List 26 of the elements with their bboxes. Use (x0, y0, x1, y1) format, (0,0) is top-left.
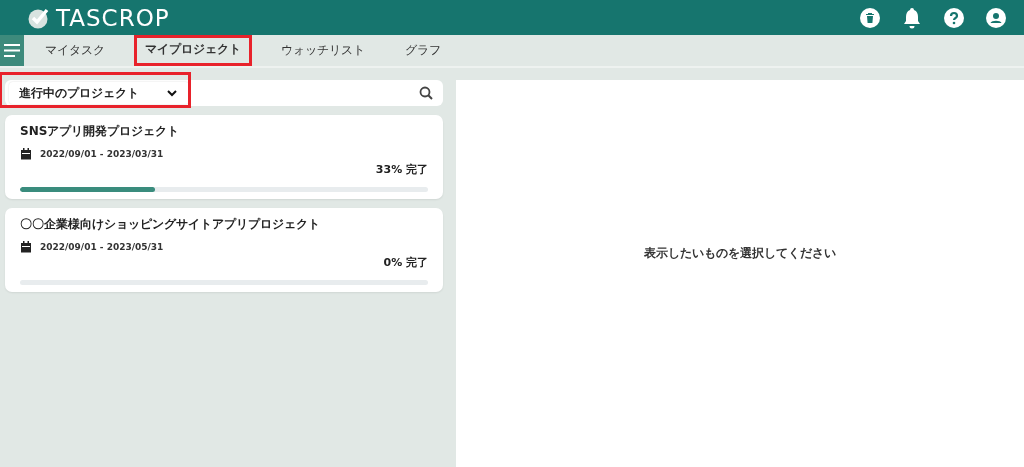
logo-text: TASCROP (56, 4, 170, 31)
empty-message: 表示したいものを選択してください (644, 245, 836, 262)
project-card[interactable]: 〇〇企業様向けショッピングサイトアプリプロジェクト 2022/09/01 - 2023/05/31 0% 完了 (5, 208, 443, 292)
project-period: 2022/09/01 - 2023/03/31 (40, 149, 164, 159)
calendar-icon (20, 148, 32, 160)
calendar-icon (20, 241, 32, 253)
progress-label: 0% 完了 (382, 255, 428, 270)
project-filter-dropdown[interactable]: 進行中のプロジェクト (9, 82, 189, 104)
user-icon[interactable] (986, 7, 1006, 28)
project-period: 2022/09/01 - 2023/05/31 (40, 242, 164, 252)
trash-icon[interactable] (860, 7, 880, 28)
nav-tab[interactable]: マイプロジェクト (134, 35, 252, 66)
nav-tab[interactable]: グラフ (394, 35, 452, 66)
progress-label: 33% 完了 (374, 162, 428, 177)
nav-tab[interactable]: ウォッチリスト (270, 35, 376, 66)
chevron-down-icon (167, 89, 177, 97)
project-name[interactable]: 〇〇企業様向けショッピングサイトアプリプロジェクト (20, 216, 428, 233)
help-icon[interactable] (944, 7, 964, 28)
logo-check-icon (28, 6, 50, 29)
menu-icon (4, 44, 20, 57)
search-icon[interactable] (419, 86, 433, 100)
project-card[interactable]: SNSアプリ開発プロジェクト 2022/09/01 - 2023/03/31 33% 完了 (5, 115, 443, 199)
bell-icon[interactable] (902, 6, 922, 29)
nav-tab[interactable]: マイタスク (34, 35, 116, 66)
project-name[interactable]: SNSアプリ開発プロジェクト (20, 123, 428, 140)
menu-button[interactable] (0, 35, 24, 66)
